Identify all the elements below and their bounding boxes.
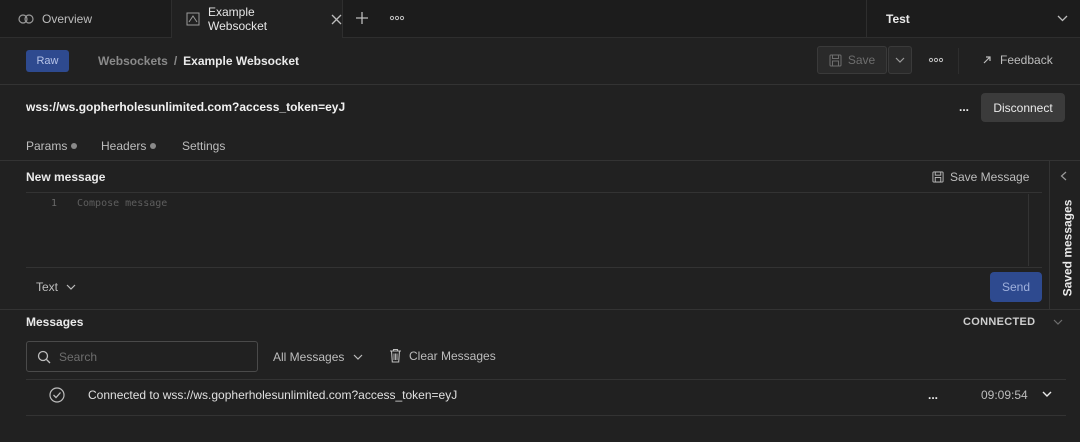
save-options-button[interactable] <box>888 46 912 74</box>
breadcrumb-parent[interactable]: Websockets <box>98 54 168 68</box>
divider <box>0 309 1080 310</box>
format-label: Text <box>36 280 59 294</box>
chevron-left-icon[interactable] <box>1060 171 1067 181</box>
save-icon <box>932 171 944 183</box>
disconnect-button[interactable]: Disconnect <box>981 93 1065 122</box>
search-placeholder: Search <box>59 349 98 364</box>
clear-messages-label: Clear Messages <box>409 348 496 363</box>
message-more-button[interactable]: ... <box>928 388 938 402</box>
tab-example-websocket[interactable]: Example Websocket <box>172 0 342 38</box>
environment-label: Test <box>886 11 910 26</box>
send-button[interactable]: Send <box>990 272 1042 302</box>
editor-placeholder: Compose message <box>77 198 168 209</box>
save-label: Save <box>847 53 876 67</box>
filter-label: All Messages <box>273 350 345 364</box>
tab-overview-label: Overview <box>42 11 93 26</box>
tab-settings-label: Settings <box>182 139 226 153</box>
message-text: Connected to wss://ws.gopherholesunlimit… <box>88 388 458 402</box>
external-link-icon <box>982 55 992 65</box>
tab-example-websocket-label: Example Websocket <box>208 5 268 33</box>
feedback-label: Feedback <box>1000 53 1053 67</box>
breadcrumb-current: Example Websocket <box>183 54 299 68</box>
trash-icon <box>389 348 402 363</box>
breadcrumb-separator: / <box>173 54 178 68</box>
saved-messages-label: Saved messages <box>1060 199 1075 297</box>
save-icon <box>829 54 842 67</box>
overview-icon <box>18 13 34 25</box>
message-filter-dropdown[interactable]: All Messages <box>273 350 363 364</box>
chevron-down-icon <box>66 284 76 290</box>
divider <box>0 84 1080 85</box>
close-icon[interactable] <box>331 14 342 25</box>
divider <box>26 267 1042 268</box>
clear-messages-button[interactable]: Clear Messages <box>389 348 496 363</box>
plus-icon[interactable] <box>355 11 369 25</box>
save-message-button[interactable]: Save Message <box>932 170 1029 184</box>
more-actions-icon[interactable] <box>928 57 944 63</box>
save-message-label: Save Message <box>950 170 1030 184</box>
indicator-dot <box>71 143 78 149</box>
line-number: 1 <box>51 198 58 209</box>
search-input[interactable]: Search <box>26 341 258 372</box>
tab-headers-label: Headers <box>101 139 147 153</box>
divider <box>26 415 1066 416</box>
environment-selector[interactable]: Test <box>866 0 1080 37</box>
tab-overview[interactable]: Overview <box>18 0 168 37</box>
tab-divider <box>342 0 343 37</box>
search-icon <box>37 350 51 364</box>
check-circle-icon <box>49 387 65 403</box>
saved-messages-panel-toggle[interactable]: Saved messages <box>1058 196 1076 300</box>
divider <box>0 160 1080 161</box>
chevron-down-icon[interactable] <box>1042 391 1052 397</box>
tab-params[interactable]: Params <box>26 139 78 153</box>
message-timestamp: 09:09:54 <box>981 388 1028 402</box>
chevron-down-icon[interactable] <box>1053 319 1063 325</box>
connection-status: CONNECTED <box>963 316 1036 328</box>
tab-headers[interactable]: Headers <box>101 139 157 153</box>
chevron-down-icon <box>895 57 905 63</box>
messages-title: Messages <box>26 315 84 329</box>
feedback-button[interactable]: Feedback <box>982 53 1053 67</box>
chevron-down-icon <box>1057 15 1068 22</box>
save-button[interactable]: Save <box>817 46 887 74</box>
websocket-icon <box>186 12 200 26</box>
tab-params-label: Params <box>26 139 68 153</box>
panel-divider <box>1049 160 1050 310</box>
divider <box>26 192 1042 193</box>
indicator-dot <box>150 143 157 149</box>
format-selector[interactable]: Text <box>36 280 76 294</box>
tab-settings[interactable]: Settings <box>182 139 225 153</box>
editor-scrollbar <box>1028 194 1029 266</box>
breadcrumb: Websockets / Example Websocket <box>98 54 299 68</box>
url-more-button[interactable]: ... <box>959 100 969 114</box>
list-item[interactable]: Connected to wss://ws.gopherholesunlimit… <box>26 380 1066 414</box>
more-tabs-icon[interactable] <box>389 15 405 21</box>
new-message-title: New message <box>26 170 106 184</box>
message-editor[interactable]: Compose message <box>66 194 1028 266</box>
url-input[interactable]: wss://ws.gopherholesunlimited.com?access… <box>26 100 345 114</box>
raw-badge[interactable]: Raw <box>26 50 69 72</box>
header-divider <box>958 48 959 74</box>
chevron-down-icon <box>353 354 363 360</box>
